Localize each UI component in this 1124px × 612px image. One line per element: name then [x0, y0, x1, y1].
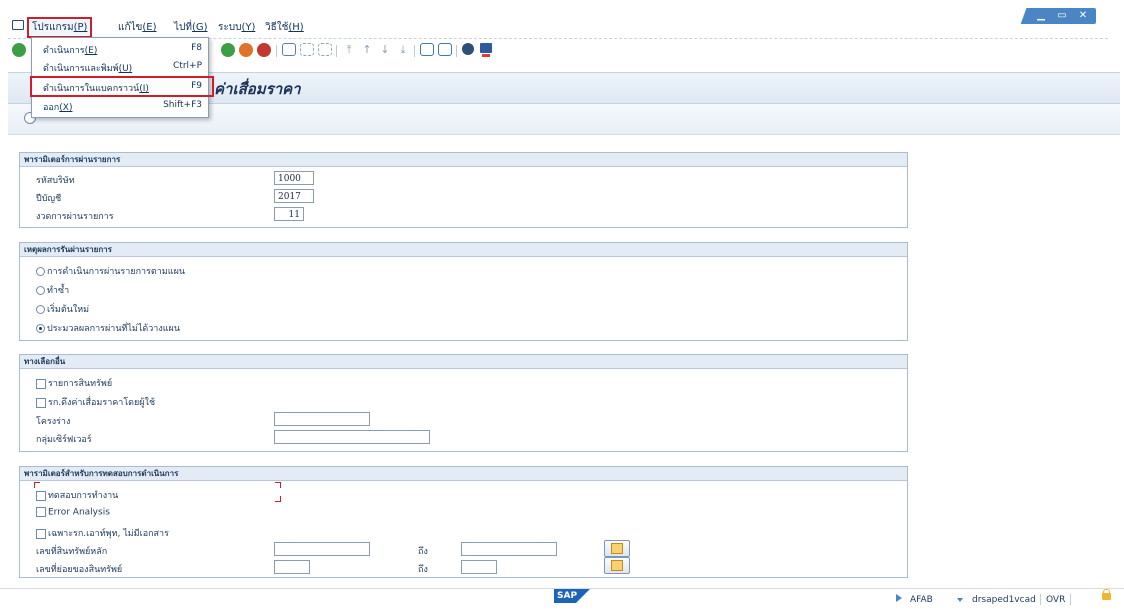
prev-page-icon[interactable]: ↑ [360, 43, 374, 57]
radio-restart[interactable]: เริ่มต้นใหม่ [36, 302, 89, 316]
server-name: drsaped1vcad [972, 595, 1036, 605]
test-parameters-group: พารามิเตอร์สำหรับการทดสอบการดำเนินการ ทด… [19, 466, 908, 578]
layout-label: โครงร่าง [36, 417, 71, 427]
window-controls: ▁ ▭ ✕ [1018, 8, 1096, 24]
toolbar-separator [456, 45, 457, 57]
main-asset-from-field[interactable] [274, 542, 370, 556]
menu-item-execute-background[interactable]: ดำเนินการในแบคกราวน์(I) F9 [32, 79, 208, 94]
status-separator [1040, 594, 1041, 605]
radio-button[interactable] [36, 286, 45, 295]
menu-edit[interactable]: แก้ไข(E) [118, 20, 157, 35]
menu-system[interactable]: ระบบ(Y) [218, 20, 255, 35]
multiple-selection-button[interactable] [604, 540, 630, 557]
radio-button[interactable] [36, 305, 45, 314]
minimize-icon[interactable]: ▁ [1032, 10, 1050, 22]
checkbox-output-only[interactable]: เฉพาะรก.เอาท์พุท, ไม่มีเอกสาร [36, 526, 169, 540]
lock-icon [1102, 589, 1111, 600]
layout-field[interactable] [274, 412, 370, 426]
insert-mode: OVR [1046, 595, 1066, 605]
last-page-icon[interactable]: ⤓ [396, 43, 410, 57]
menu-help[interactable]: วิธีใช้(H) [265, 20, 304, 35]
shortcut-icon[interactable] [438, 43, 452, 56]
enter-icon[interactable] [12, 43, 26, 57]
toolbar-separator [276, 45, 277, 57]
posting-period-field[interactable]: 11 [274, 207, 304, 221]
cancel-icon[interactable] [257, 43, 271, 57]
find-icon[interactable] [300, 43, 314, 56]
focus-corner [275, 482, 281, 488]
fiscal-year-label: ปีบัญชี [36, 194, 62, 204]
dropdown-icon[interactable] [957, 598, 963, 602]
toolbar-separator [336, 45, 337, 57]
checkbox[interactable] [36, 378, 46, 389]
radio-button[interactable] [36, 267, 45, 276]
posting-reason-group: เหตุผลการรันผ่านรายการ การดำเนินการผ่านร… [19, 242, 908, 341]
menu-item-execute[interactable]: ดำเนินการ(E) F8 [32, 41, 208, 56]
window-decoration [1018, 8, 1030, 24]
radio-repeat-run[interactable]: ทำซ้ำ [36, 283, 69, 297]
first-page-icon[interactable]: ⤒ [342, 43, 356, 57]
status-bar: SAP AFAB drsaped1vcad OVR [0, 588, 1124, 612]
help-icon[interactable] [480, 43, 492, 57]
menu-item-exit[interactable]: ออก(X) Shift+F3 [32, 98, 208, 113]
program-dropdown-menu: ดำเนินการ(E) F8 ดำเนินการและพิมพ์(U) Ctr… [30, 37, 214, 118]
radio-unplanned-run[interactable]: ประมวลผลการผ่านที่ไม่ได้วางแผน [36, 321, 180, 335]
menu-program[interactable]: โปรแกรม(P) [26, 17, 93, 38]
company-code-field[interactable]: 1000 [274, 171, 314, 185]
server-group-label: กลุ่มเซิร์ฟเวอร์ [36, 435, 92, 445]
sub-asset-to-field[interactable] [461, 560, 497, 574]
play-icon[interactable] [896, 594, 902, 602]
focus-corner [34, 482, 40, 488]
multiple-selection-button[interactable] [604, 557, 630, 574]
radio-planned-run[interactable]: การดำเนินการผ่านรายการตามแผน [36, 264, 185, 278]
fiscal-year-field[interactable]: 2017 [274, 189, 314, 203]
close-icon[interactable]: ✕ [1074, 10, 1092, 22]
group-title: เหตุผลการรันผ่านรายการ [20, 243, 907, 257]
system-id: AFAB [910, 595, 933, 605]
focus-corner [275, 496, 281, 502]
sub-asset-label: เลขที่ย่อยของสินทรัพย์ [36, 565, 123, 575]
checkbox-list-assets[interactable]: รายการสินทรัพย์ [36, 376, 112, 390]
to-label: ถึง [418, 547, 428, 557]
main-asset-to-field[interactable] [461, 542, 557, 556]
exit-icon[interactable] [239, 43, 253, 57]
new-session-icon[interactable] [420, 43, 434, 56]
maximize-icon[interactable]: ▭ [1053, 10, 1071, 22]
customize-icon[interactable] [462, 43, 474, 55]
sap-logo: SAP [554, 589, 591, 603]
company-code-label: รหัสบริษัท [36, 176, 75, 186]
to-label: ถึง [418, 565, 428, 575]
checkbox-test-run[interactable]: ทดสอบการทำงาน [36, 488, 118, 502]
status-separator [1070, 594, 1071, 605]
next-page-icon[interactable]: ↓ [378, 43, 392, 57]
checkbox[interactable] [36, 507, 46, 517]
system-menu-icon[interactable] [12, 20, 24, 30]
multiple-selection-icon [611, 560, 623, 571]
posting-parameters-group: พารามิเตอร์การผ่านรายการ รหัสบริษัท 1000… [19, 152, 908, 228]
other-options-group: ทางเลือกอื่น รายการสินทรัพย์ รก.ดึงค่าเส… [19, 354, 908, 452]
group-title: พารามิเตอร์การผ่านรายการ [20, 153, 907, 167]
posting-period-label: งวดการผ่านรายการ [36, 212, 114, 222]
checkbox[interactable] [36, 528, 46, 539]
checkbox[interactable] [36, 490, 46, 501]
print-icon[interactable] [282, 43, 296, 56]
back-icon[interactable] [221, 43, 235, 57]
checkbox-error-analysis[interactable]: Error Analysis [36, 507, 110, 518]
checkbox-manual-depreciation[interactable]: รก.ดึงค่าเสื่อมราคาโดยผู้ใช้ [36, 395, 155, 409]
sub-asset-from-field[interactable] [274, 560, 310, 574]
group-title: พารามิเตอร์สำหรับการทดสอบการดำเนินการ [20, 467, 907, 481]
find-next-icon[interactable] [318, 43, 332, 56]
menu-bar: โปรแกรม(P) แก้ไข(E) ไปที่(G) ระบบ(Y) วิธ… [8, 14, 1108, 39]
multiple-selection-icon [611, 543, 623, 554]
page-title: ค่าเสื่อมราคา [214, 80, 301, 98]
server-group-field[interactable] [274, 430, 430, 444]
sap-window: โปรแกรม(P) แก้ไข(E) ไปที่(G) ระบบ(Y) วิธ… [0, 0, 1124, 612]
menu-goto[interactable]: ไปที่(G) [174, 20, 208, 35]
main-asset-label: เลขที่สินทรัพย์หลัก [36, 547, 108, 557]
radio-button-selected[interactable] [36, 324, 45, 333]
checkbox[interactable] [36, 397, 46, 408]
toolbar-separator [414, 45, 415, 57]
menu-item-execute-print[interactable]: ดำเนินการและพิมพ์(U) Ctrl+P [32, 59, 208, 74]
group-title: ทางเลือกอื่น [20, 355, 907, 369]
